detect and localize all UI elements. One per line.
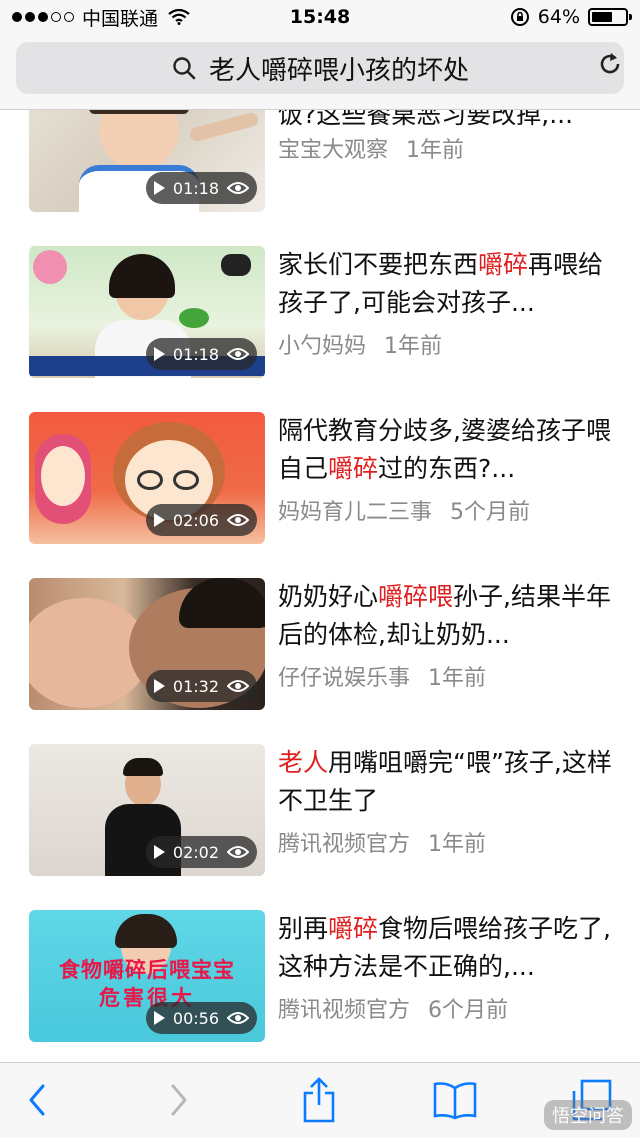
video-thumbnail[interactable]: 02:06 xyxy=(29,412,265,544)
video-title[interactable]: 隔代教育分歧多,婆婆给孩子喂自己嚼碎过的东西?... xyxy=(278,412,618,488)
video-thumbnail[interactable]: 01:18 xyxy=(29,246,265,378)
video-duration: 01:18 xyxy=(172,344,219,364)
video-age: 1年前 xyxy=(428,666,487,691)
video-thumbnail[interactable]: 01:32 xyxy=(29,578,265,710)
chevron-right-icon xyxy=(171,1084,187,1116)
video-results-list: 01:18 饭?这些餐桌恶习要改掉,... 宝宝大观察 1年前 01:18 家长… xyxy=(0,110,640,1060)
eye-icon xyxy=(227,182,249,194)
play-icon xyxy=(153,845,165,859)
video-item[interactable]: 食物嚼碎后喂宝宝 危害很大 00:56 别再嚼碎食物后喂给孩子吃了,这种方法是不… xyxy=(0,910,640,1060)
status-bar: 中国联通 15:48 64% xyxy=(0,0,640,34)
video-title[interactable]: 别再嚼碎食物后喂给孩子吃了,这种方法是不正确的,... xyxy=(278,910,618,986)
video-item[interactable]: 02:06 隔代教育分歧多,婆婆给孩子喂自己嚼碎过的东西?... 妈妈育儿二三事… xyxy=(0,412,640,578)
reload-icon[interactable] xyxy=(596,50,624,78)
eye-icon xyxy=(227,514,249,526)
browser-nav-bar: 老人嚼碎喂小孩的坏处 xyxy=(0,34,640,110)
eye-icon xyxy=(227,846,249,858)
title-text: 过的东西?... xyxy=(378,454,516,483)
title-text: 用嘴咀嚼完“喂”孩子,这样不卫生了 xyxy=(278,748,612,815)
back-button[interactable] xyxy=(14,1077,60,1123)
rotation-lock-icon xyxy=(510,8,529,26)
video-duration: 02:06 xyxy=(172,510,219,530)
video-meta: 腾讯视频官方 1年前 xyxy=(278,826,486,858)
play-icon xyxy=(153,347,165,361)
video-duration-chip: 01:32 xyxy=(145,670,257,702)
wifi-icon xyxy=(168,9,190,25)
video-source: 腾讯视频官方 xyxy=(278,998,411,1023)
play-icon xyxy=(153,181,165,195)
video-title[interactable]: 饭?这些餐桌恶习要改掉,... xyxy=(278,110,618,134)
video-item[interactable]: 01:18 饭?这些餐桌恶习要改掉,... 宝宝大观察 1年前 xyxy=(0,110,640,246)
title-text: 奶奶好心 xyxy=(278,582,379,611)
signal-strength-icon xyxy=(12,12,74,22)
video-duration: 02:02 xyxy=(172,842,219,862)
video-title[interactable]: 老人用嘴咀嚼完“喂”孩子,这样不卫生了 xyxy=(278,744,618,820)
video-title[interactable]: 家长们不要把东西嚼碎再喂给孩子了,可能会对孩子... xyxy=(278,246,618,322)
address-bar[interactable]: 老人嚼碎喂小孩的坏处 xyxy=(16,42,624,94)
thumbnail-caption-line1: 食物嚼碎后喂宝宝 xyxy=(59,958,235,982)
video-duration-chip: 01:18 xyxy=(145,172,257,204)
title-keyword-highlight: 老人 xyxy=(278,748,329,777)
video-meta: 宝宝大观察 1年前 xyxy=(278,132,464,164)
video-meta: 仔仔说娱乐事 1年前 xyxy=(278,660,486,692)
play-icon xyxy=(153,679,165,693)
video-title[interactable]: 奶奶好心嚼碎喂孙子,结果半年后的体检,却让奶奶... xyxy=(278,578,618,654)
video-item[interactable]: 02:02 老人用嘴咀嚼完“喂”孩子,这样不卫生了 腾讯视频官方 1年前 xyxy=(0,744,640,910)
video-item[interactable]: 01:18 家长们不要把东西嚼碎再喂给孩子了,可能会对孩子... 小勺妈妈 1年… xyxy=(0,246,640,412)
title-keyword-highlight: 嚼碎 xyxy=(478,250,529,279)
video-duration-chip: 02:06 xyxy=(145,504,257,536)
video-age: 1年前 xyxy=(406,138,465,163)
book-icon xyxy=(433,1082,477,1120)
video-item[interactable]: 01:32 奶奶好心嚼碎喂孙子,结果半年后的体检,却让奶奶... 仔仔说娱乐事 … xyxy=(0,578,640,744)
video-age: 5个月前 xyxy=(450,500,531,525)
video-thumbnail[interactable]: 01:18 xyxy=(29,110,265,212)
video-thumbnail[interactable]: 02:02 xyxy=(29,744,265,876)
video-source: 仔仔说娱乐事 xyxy=(278,666,411,691)
share-icon xyxy=(303,1077,335,1123)
video-age: 1年前 xyxy=(384,334,443,359)
title-text: 家长们不要把东西 xyxy=(278,250,479,279)
share-button[interactable] xyxy=(296,1077,342,1123)
eye-icon xyxy=(227,348,249,360)
video-duration: 00:56 xyxy=(172,1008,219,1028)
forward-button[interactable] xyxy=(156,1077,202,1123)
battery-icon xyxy=(588,8,632,26)
video-source: 妈妈育儿二三事 xyxy=(278,500,433,525)
browser-toolbar: 悟空问答 xyxy=(0,1062,640,1138)
video-duration-chip: 00:56 xyxy=(145,1002,257,1034)
video-source: 小勺妈妈 xyxy=(278,334,367,359)
video-meta: 小勺妈妈 1年前 xyxy=(278,328,442,360)
title-text: 别再 xyxy=(278,914,329,943)
title-keyword-highlight: 嚼碎 xyxy=(328,914,379,943)
video-age: 1年前 xyxy=(428,832,487,857)
bookmarks-button[interactable] xyxy=(432,1077,478,1123)
search-icon xyxy=(173,57,196,80)
search-query: 老人嚼碎喂小孩的坏处 xyxy=(208,55,469,86)
video-age: 6个月前 xyxy=(428,998,509,1023)
video-duration: 01:32 xyxy=(172,676,219,696)
watermark-logo: 悟空问答 xyxy=(544,1100,632,1130)
chevron-left-icon xyxy=(29,1084,45,1116)
title-text: 饭?这些餐桌恶习要改掉,... xyxy=(278,110,574,129)
video-meta: 妈妈育儿二三事 5个月前 xyxy=(278,494,530,526)
play-icon xyxy=(153,1011,165,1025)
video-meta: 腾讯视频官方 6个月前 xyxy=(278,992,508,1024)
title-keyword-highlight: 嚼碎喂 xyxy=(378,582,454,611)
play-icon xyxy=(153,513,165,527)
battery-percent: 64% xyxy=(537,6,580,28)
video-duration: 01:18 xyxy=(172,178,219,198)
video-thumbnail[interactable]: 食物嚼碎后喂宝宝 危害很大 00:56 xyxy=(29,910,265,1042)
carrier-name: 中国联通 xyxy=(82,7,159,30)
video-duration-chip: 01:18 xyxy=(145,338,257,370)
video-duration-chip: 02:02 xyxy=(145,836,257,868)
eye-icon xyxy=(227,1012,249,1024)
video-source: 宝宝大观察 xyxy=(278,138,389,163)
eye-icon xyxy=(227,680,249,692)
title-keyword-highlight: 嚼碎 xyxy=(328,454,379,483)
video-source: 腾讯视频官方 xyxy=(278,832,411,857)
